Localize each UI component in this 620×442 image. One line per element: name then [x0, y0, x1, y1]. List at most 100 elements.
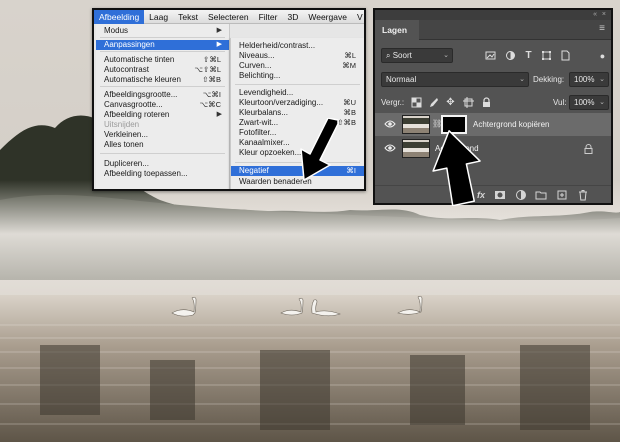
menu-item-afbeeldingsgrootte[interactable]: Afbeeldingsgrootte... ⌥⌘I: [96, 90, 229, 100]
menu-item-verkleinen[interactable]: Verkleinen...: [96, 130, 229, 140]
submenu-item-curven[interactable]: Curven... ⌘M: [231, 61, 364, 71]
menu-item-label: Verkleinen...: [104, 130, 149, 139]
pixel-filter-icon[interactable]: [485, 50, 496, 61]
new-layer-icon[interactable]: [556, 189, 568, 201]
menu-shortcut: ⌘I: [346, 166, 356, 175]
panel-tab-bar: Lagen ≡: [375, 20, 611, 40]
menu-shortcut: ⌥⇧⌘L: [194, 65, 221, 74]
menu-separator: [100, 153, 225, 154]
lock-pixels-icon[interactable]: [428, 97, 439, 108]
menu-item-label: Niveaus...: [239, 51, 275, 60]
smartobject-filter-icon[interactable]: [560, 50, 571, 61]
lock-transparency-icon[interactable]: [411, 97, 422, 108]
visibility-eye-icon[interactable]: [384, 119, 396, 129]
submenu-arrow-icon: ▶: [216, 111, 222, 118]
blend-mode-select[interactable]: Normaal ⌄: [381, 72, 529, 87]
lock-label: Vergr.:: [381, 98, 405, 107]
layer-row-achtergrond-kopieren[interactable]: ⛓ Achtergrond kopiëren: [375, 113, 611, 136]
submenu-item-levendigheid[interactable]: Levendigheid...: [231, 88, 364, 98]
layers-bottom-toolbar: GO fx: [375, 185, 611, 203]
menu-item-label: Modus: [104, 26, 129, 35]
menu-item-afbeelding-roteren[interactable]: Afbeelding roteren ▶: [96, 110, 229, 120]
menubar-item-selecteren[interactable]: Selecteren: [203, 10, 254, 24]
menu-item-label: Negatief: [239, 166, 269, 175]
menu-item-label: Afbeelding toepassen...: [104, 169, 188, 178]
new-group-icon[interactable]: [535, 189, 547, 201]
menubar-item-v[interactable]: V: [352, 10, 364, 24]
fill-input[interactable]: 100% ⌄: [569, 95, 609, 110]
menu-item-label: Afbeelding roteren: [104, 110, 170, 119]
submenu-item-helderheid-contrast[interactable]: Helderheid/contrast...: [231, 41, 364, 51]
layer-row-achtergrond[interactable]: Achtergrond: [375, 137, 611, 160]
pointer-arrow-icon: [300, 118, 339, 181]
submenu-item-belichting[interactable]: Belichting...: [231, 71, 364, 81]
menubar-item-afbeelding[interactable]: Afbeelding: [94, 10, 145, 24]
menu-item-afbeelding-toepassen[interactable]: Afbeelding toepassen...: [96, 169, 229, 179]
menu-item-alles-tonen[interactable]: Alles tonen: [96, 140, 229, 150]
submenu-item-niveaus[interactable]: Niveaus... ⌘L: [231, 51, 364, 61]
menu-separator: [235, 84, 360, 85]
add-mask-icon[interactable]: [494, 189, 506, 201]
menu-item-label: Kleur opzoeken...: [239, 148, 302, 157]
menubar-item-tekst[interactable]: Tekst: [173, 10, 203, 24]
menu-item-label: Automatische tinten: [104, 55, 175, 64]
menubar-item-3d[interactable]: 3D: [282, 10, 303, 24]
chevron-down-icon: ⌄: [443, 52, 449, 59]
collapse-panel-icon[interactable]: «: [593, 10, 597, 20]
pointer-arrow-icon: [432, 130, 481, 206]
menubar-item-filter[interactable]: Filter: [254, 10, 283, 24]
menu-shortcut: ⌘M: [342, 61, 356, 70]
menu-item-label: Uitsnijden: [104, 120, 140, 129]
type-filter-icon[interactable]: T: [523, 50, 534, 61]
menu-item-automatische-tinten[interactable]: Automatische tinten ⇧⌘L: [96, 55, 229, 65]
menu-item-label: Afbeeldingsgrootte...: [104, 90, 178, 99]
menubar-item-weergave[interactable]: Weergave: [303, 10, 352, 24]
aanpassingen-submenu: Helderheid/contrast... Niveaus... ⌘L Curv…: [230, 38, 364, 189]
afbeelding-dropdown: Modus ▶ Aanpassingen ▶ Automatische tinten…: [96, 24, 230, 189]
menu-item-label: Kleurbalans...: [239, 108, 288, 117]
opacity-input[interactable]: 100% ⌄: [569, 72, 609, 87]
menu-shortcut: ⇧⌘L: [203, 55, 221, 64]
menu-item-label: Automatische kleuren: [104, 75, 181, 84]
lock-artboard-icon[interactable]: [463, 97, 474, 108]
panel-menu-icon[interactable]: ≡: [599, 23, 605, 34]
menu-item-canvasgrootte[interactable]: Canvasgrootte... ⌥⌘C: [96, 100, 229, 110]
menu-item-autocontrast[interactable]: Autocontrast ⌥⇧⌘L: [96, 65, 229, 75]
menu-item-dupliceren[interactable]: Dupliceren...: [96, 159, 229, 169]
menu-shortcut: ⌥⌘C: [199, 100, 221, 109]
lock-position-icon[interactable]: ✥: [445, 97, 456, 108]
menubar-item-laag[interactable]: Laag: [144, 10, 173, 24]
lock-all-icon[interactable]: [481, 97, 492, 108]
menu-item-label: Aanpassingen: [104, 40, 155, 49]
chevron-down-icon: ⌄: [599, 99, 605, 106]
menu-bar: Afbeelding Laag Tekst Selecteren Filter …: [94, 10, 364, 24]
visibility-eye-icon[interactable]: [384, 143, 396, 153]
menu-shortcut: ⌘L: [344, 51, 356, 60]
submenu-item-kleurbalans[interactable]: Kleurbalans... ⌘B: [231, 108, 364, 118]
search-icon: ⌕: [386, 51, 391, 60]
shape-filter-icon[interactable]: [541, 50, 552, 61]
trash-icon[interactable]: [577, 189, 589, 201]
menu-separator: [100, 86, 225, 87]
adjustment-layer-icon[interactable]: [515, 189, 527, 201]
adjustment-filter-icon[interactable]: [505, 50, 516, 61]
menu-item-modus[interactable]: Modus ▶: [96, 26, 229, 36]
menu-item-label: Alles tonen: [104, 140, 144, 149]
opacity-label: Dekking:: [533, 75, 565, 84]
menu-item-aanpassingen[interactable]: Aanpassingen ▶: [96, 40, 229, 50]
kind-filter-select[interactable]: ⌕ Soort ⌄: [381, 48, 453, 63]
chevron-down-icon: ⌄: [599, 76, 605, 83]
tab-lagen[interactable]: Lagen: [375, 20, 419, 40]
menu-separator: [100, 37, 225, 38]
fill-label: Vul:: [553, 98, 567, 107]
menu-item-label: Canvasgrootte...: [104, 100, 163, 109]
filter-toggle-icon[interactable]: ●: [597, 50, 608, 61]
menu-item-label: Belichting...: [239, 71, 281, 80]
submenu-arrow-icon: ▶: [216, 41, 222, 48]
submenu-arrow-icon: ▶: [216, 27, 222, 34]
submenu-item-kleurtoon-verzadiging[interactable]: Kleurtoon/verzadiging... ⌘U: [231, 98, 364, 108]
menu-item-label: Curven...: [239, 61, 272, 70]
menu-shortcut: ⌘U: [343, 98, 356, 107]
menu-item-automatische-kleuren[interactable]: Automatische kleuren ⇧⌘B: [96, 75, 229, 85]
close-panel-icon[interactable]: ×: [602, 10, 606, 20]
